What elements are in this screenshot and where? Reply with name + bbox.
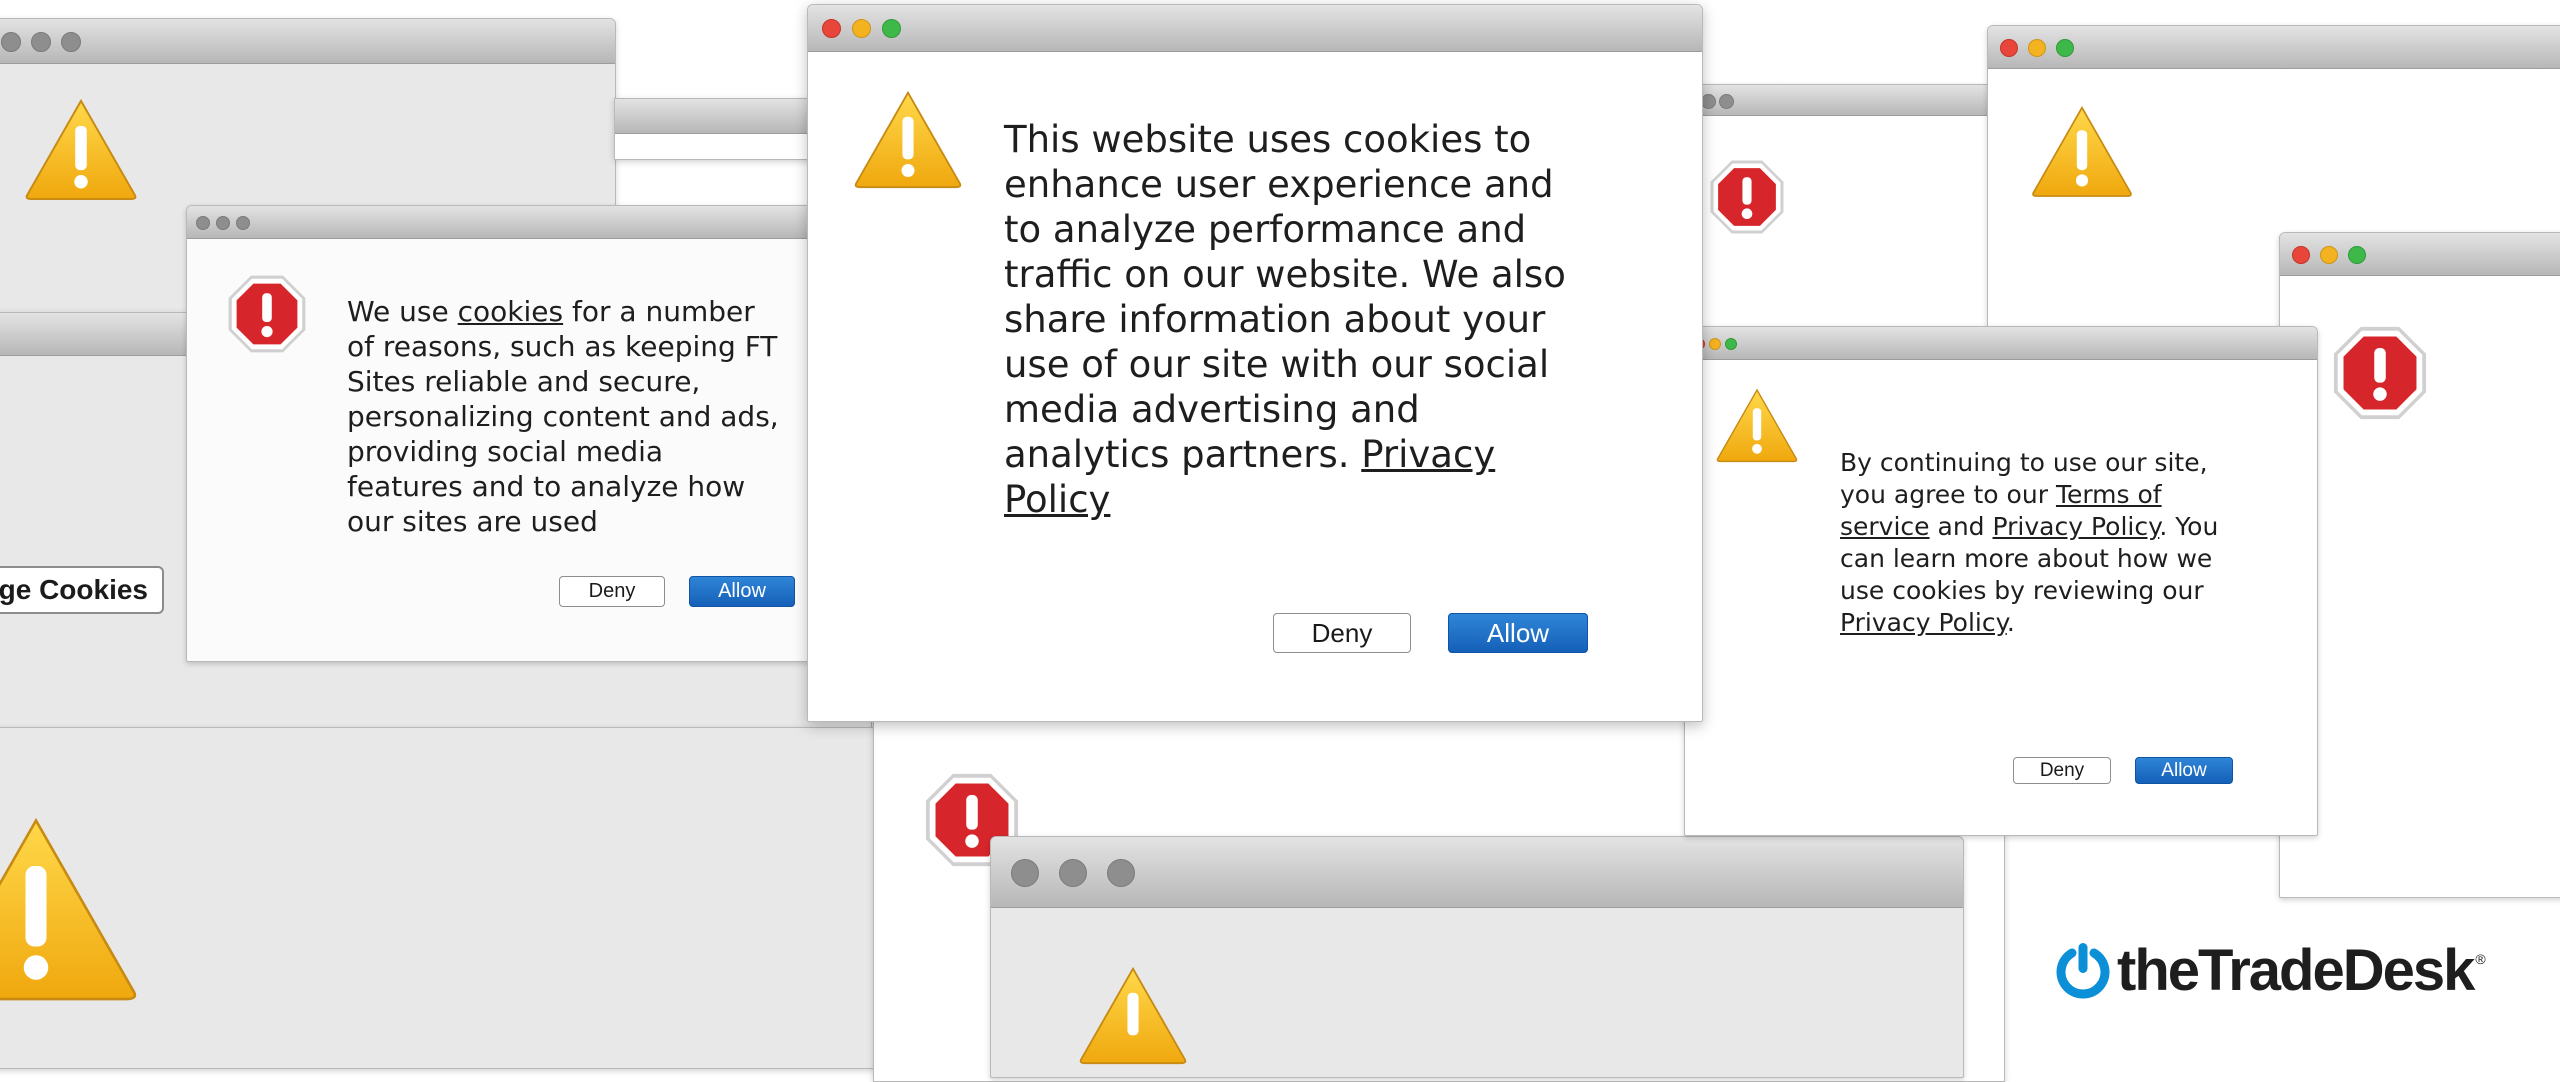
window-zoom-button[interactable] (1725, 338, 1737, 350)
window-titlebar (0, 19, 615, 64)
deny-label: Deny (2039, 759, 2085, 781)
window-close-button[interactable] (1011, 859, 1039, 887)
window-titlebar (808, 5, 1702, 52)
brand-trademark: ® (2475, 951, 2486, 967)
deny-button[interactable]: Deny (559, 576, 665, 607)
window-titlebar (1988, 26, 2560, 69)
cookie-dialog-main: This website uses cookies to enhance use… (807, 4, 1703, 722)
message-text: for a number of reasons, such as keeping… (347, 295, 779, 538)
warning-icon (854, 90, 962, 189)
warning-icon (1716, 388, 1798, 463)
window-minimize-button[interactable] (216, 216, 230, 230)
background-window (990, 836, 1964, 1078)
deny-label: Deny (588, 580, 636, 602)
window-minimize-button[interactable] (1059, 859, 1087, 887)
allow-label: Allow (1486, 617, 1550, 648)
stop-icon (228, 275, 306, 353)
brand-name: theTradeDesk (2117, 937, 2475, 1003)
allow-button[interactable]: Allow (1448, 613, 1588, 653)
cookie-dialog-ft: We use cookies for a number of reasons, … (186, 205, 828, 662)
brand-logo: theTradeDesk ® (2055, 935, 2486, 1005)
message-text: . (2006, 608, 2015, 637)
background-window (614, 98, 816, 160)
allow-button[interactable]: Allow (689, 576, 795, 607)
manage-cookies-label: Manage Cookies (0, 574, 148, 605)
window-close-button[interactable] (1, 32, 21, 52)
dialog-message: We use cookies for a number of reasons, … (347, 294, 787, 539)
warning-icon (1079, 966, 1187, 1065)
window-zoom-button[interactable] (882, 19, 901, 38)
privacy-policy-link[interactable]: Privacy Policy (1840, 608, 2007, 637)
allow-label: Allow (718, 580, 766, 602)
window-titlebar (1685, 327, 2317, 360)
window-titlebar (187, 206, 827, 239)
cookie-dialog-terms: By continuing to use our site, you agree… (1684, 326, 2318, 836)
window-zoom-button[interactable] (61, 32, 81, 52)
window-minimize-button[interactable] (852, 19, 871, 38)
window-zoom-button[interactable] (2348, 246, 2366, 264)
dialog-message: By continuing to use our site, you agree… (1840, 447, 2245, 639)
window-minimize-button[interactable] (2028, 39, 2046, 57)
deny-label: Deny (1311, 617, 1373, 648)
power-icon (2056, 943, 2110, 999)
window-minimize-button[interactable] (31, 32, 51, 52)
cookies-link[interactable]: cookies (458, 295, 563, 328)
deny-button[interactable]: Deny (1273, 613, 1411, 653)
stop-icon (2333, 326, 2427, 420)
window-minimize-button[interactable] (1709, 338, 1721, 350)
message-prefix: We use (347, 295, 449, 328)
window-close-button[interactable] (196, 216, 210, 230)
warning-icon (0, 817, 137, 1001)
manage-cookies-button[interactable]: Manage Cookies (0, 566, 164, 614)
warning-icon (25, 98, 137, 201)
dialog-message: This website uses cookies to enhance use… (1004, 117, 1584, 522)
window-minimize-button[interactable] (2320, 246, 2338, 264)
window-close-button[interactable] (1701, 94, 1716, 109)
window-close-button[interactable] (2000, 39, 2018, 57)
allow-button[interactable]: Allow (2135, 757, 2233, 784)
window-minimize-button[interactable] (1719, 94, 1734, 109)
window-zoom-button[interactable] (236, 216, 250, 230)
background-window (0, 727, 887, 1069)
background-window (2279, 232, 2560, 898)
deny-button[interactable]: Deny (2013, 757, 2111, 784)
message-text: This website uses cookies to enhance use… (1004, 118, 1566, 476)
stop-icon (1710, 160, 1784, 234)
allow-label: Allow (2161, 759, 2207, 781)
window-titlebar (991, 837, 1963, 908)
window-zoom-button[interactable] (2056, 39, 2074, 57)
window-zoom-button[interactable] (1107, 859, 1135, 887)
window-titlebar (2280, 233, 2560, 276)
window-close-button[interactable] (2292, 246, 2310, 264)
privacy-policy-link[interactable]: Privacy Policy (1993, 512, 2160, 541)
message-text: and (1937, 512, 1985, 541)
window-close-button[interactable] (822, 19, 841, 38)
warning-icon (2032, 105, 2132, 197)
